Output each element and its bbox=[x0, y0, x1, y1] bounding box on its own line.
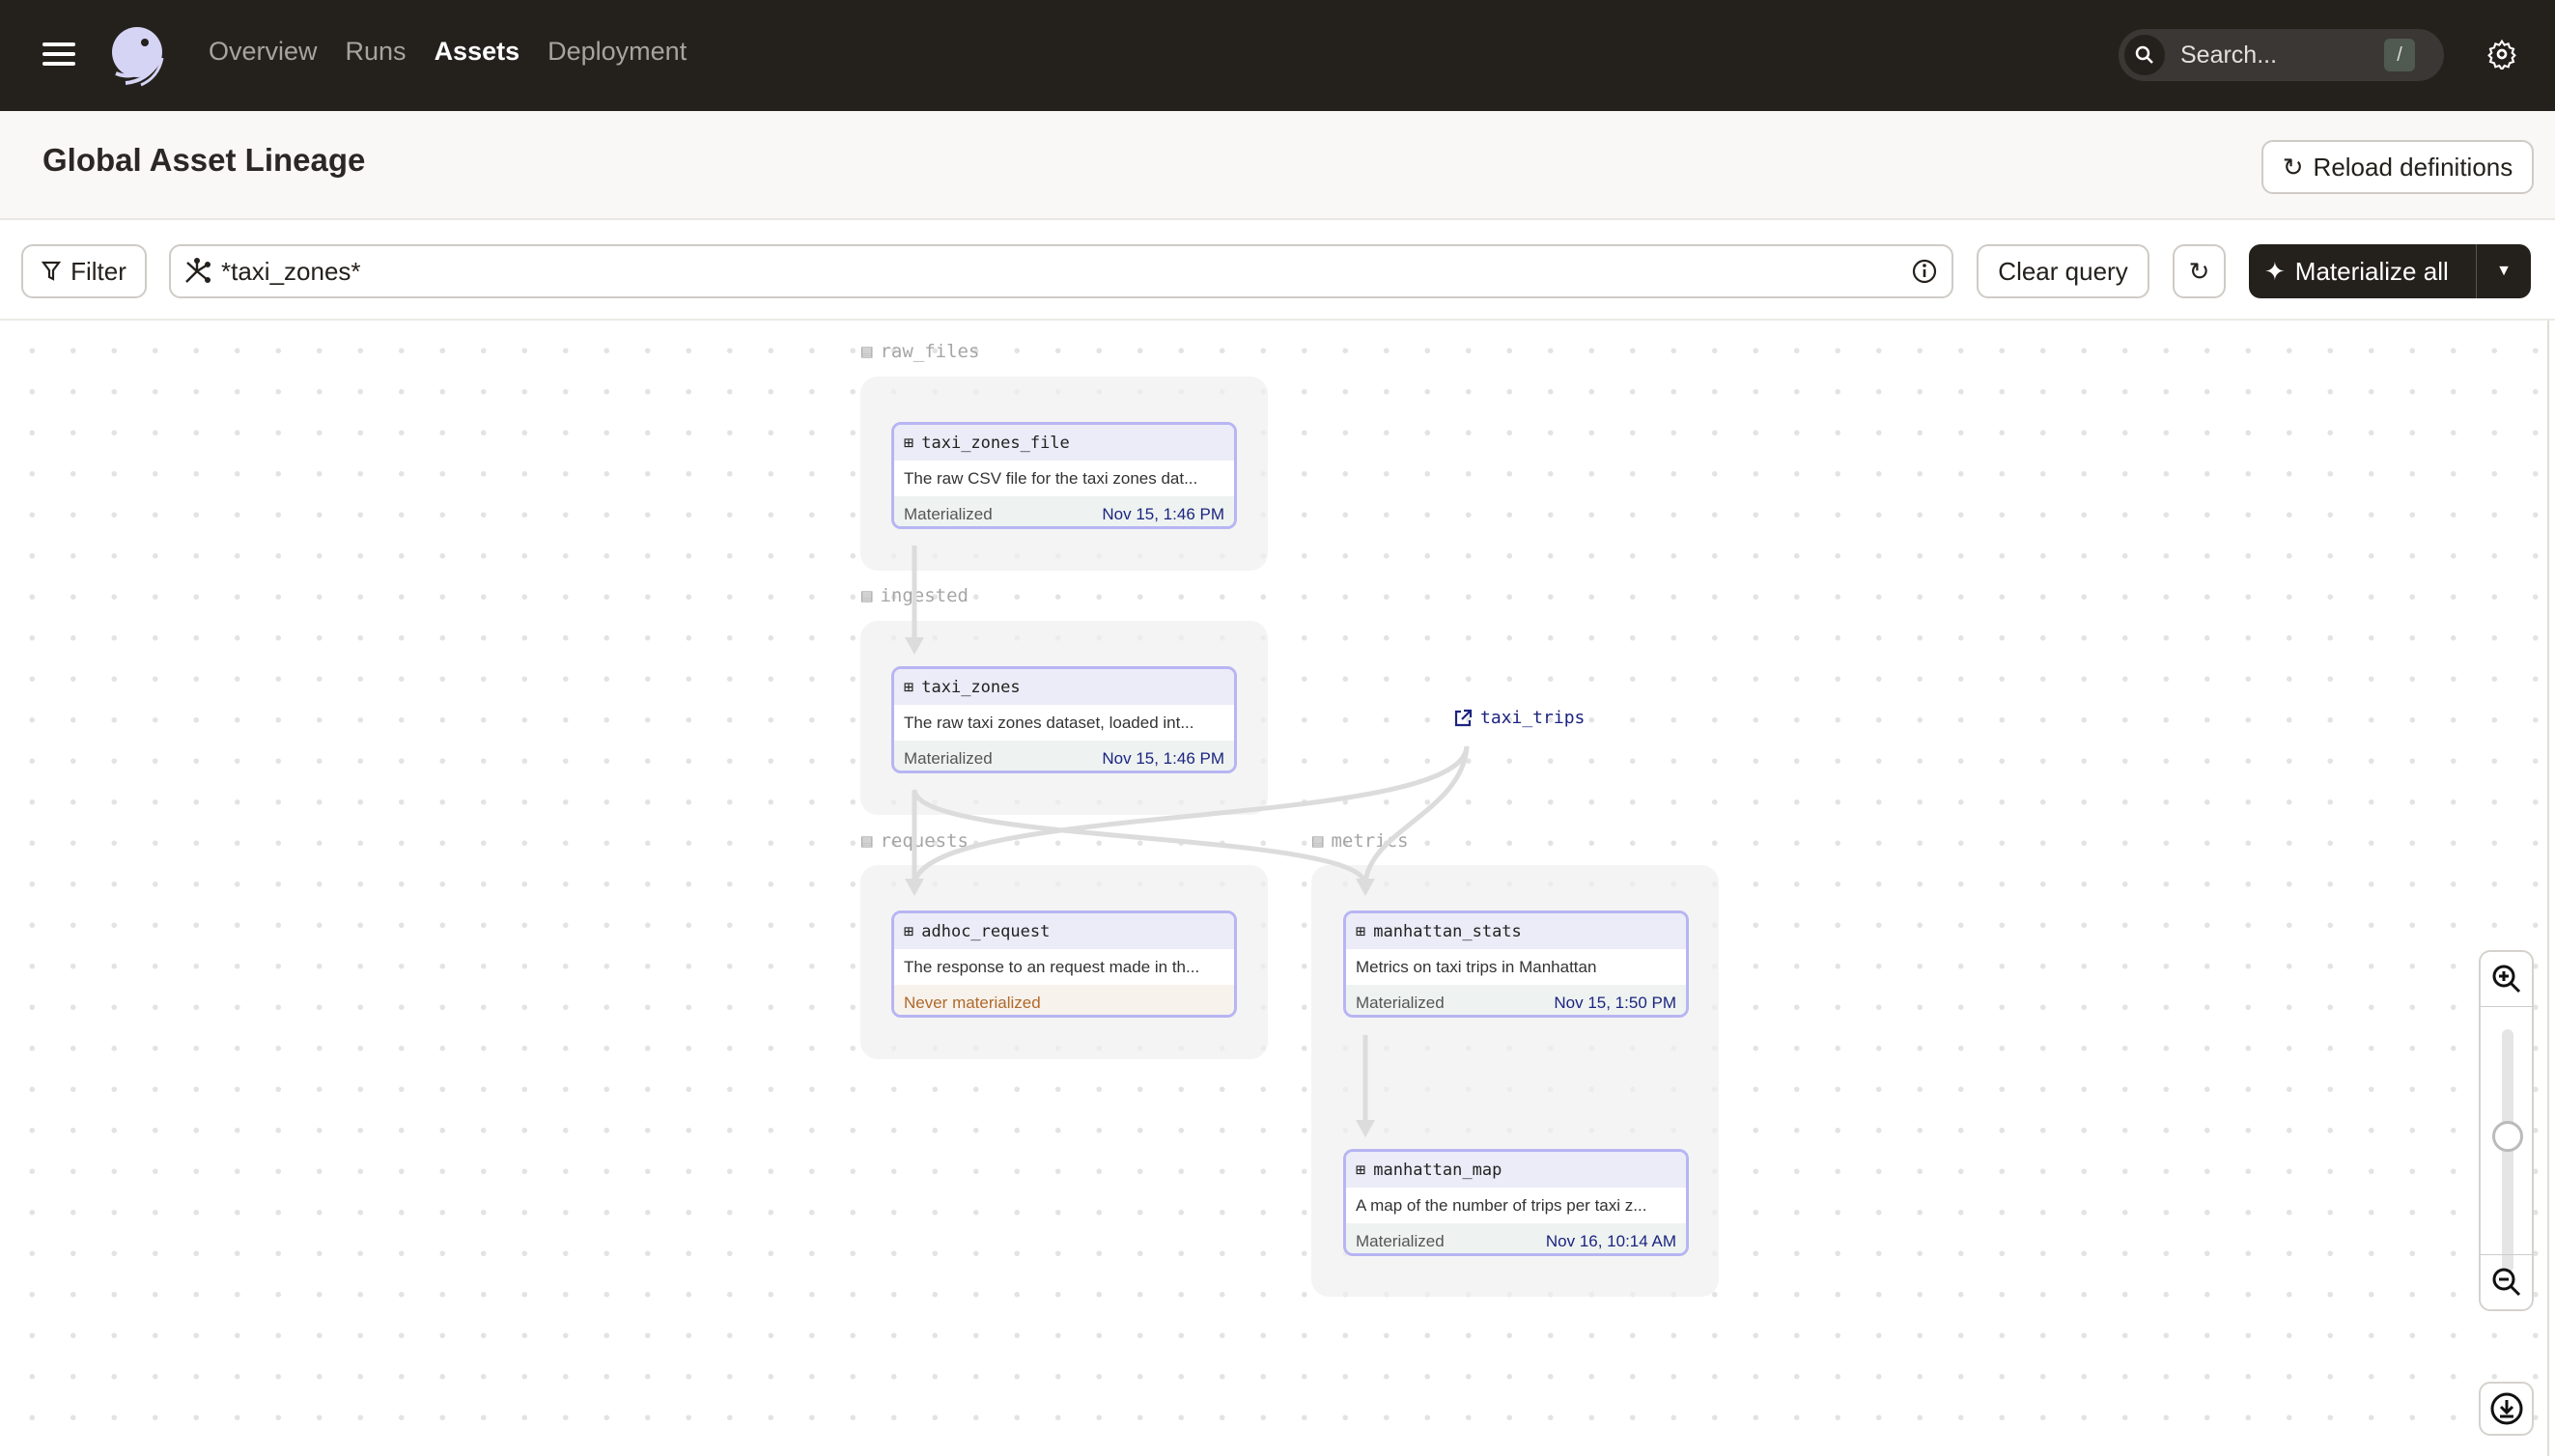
asset-name: manhattan_stats bbox=[1373, 921, 1522, 941]
asset-node-taxi-zones-file[interactable]: ⊞ taxi_zones_file The raw CSV file for th… bbox=[891, 422, 1237, 529]
asset-description: The response to an request made in th... bbox=[904, 957, 1200, 976]
asset-name: taxi_zones bbox=[921, 677, 1021, 697]
asset-name: adhoc_request bbox=[921, 921, 1051, 941]
asset-status: Materialized bbox=[1356, 993, 1445, 1012]
asset-name: taxi_zones_file bbox=[921, 433, 1070, 453]
asset-status: Materialized bbox=[904, 748, 993, 768]
asset-description: The raw taxi zones dataset, loaded int..… bbox=[904, 713, 1194, 732]
zoom-out-icon bbox=[2492, 1268, 2520, 1297]
external-link-icon bbox=[1454, 709, 1473, 726]
asset-time[interactable]: Nov 15, 1:46 PM bbox=[1102, 749, 1224, 769]
asset-node-manhattan-stats[interactable]: ⊞ manhattan_stats Metrics on taxi trips i… bbox=[1343, 910, 1689, 1018]
download-graph-button[interactable] bbox=[2479, 1382, 2534, 1436]
zoom-slider-thumb[interactable] bbox=[2492, 1121, 2523, 1153]
asset-node-manhattan-map[interactable]: ⊞ manhattan_map A map of the number of tr… bbox=[1343, 1149, 1689, 1256]
download-icon bbox=[2490, 1392, 2522, 1425]
arrowhead-icon bbox=[905, 637, 924, 655]
lineage-edges bbox=[905, 546, 1470, 1137]
external-asset-taxi-trips[interactable]: taxi_trips bbox=[1453, 708, 1585, 728]
asset-description: Metrics on taxi trips in Manhattan bbox=[1356, 957, 1597, 976]
zoom-in-button[interactable] bbox=[2481, 952, 2532, 1007]
asset-description: A map of the number of trips per taxi z.… bbox=[1356, 1195, 1647, 1215]
arrowhead-icon bbox=[1356, 1120, 1375, 1137]
asset-node-taxi-zones[interactable]: ⊞ taxi_zones The raw taxi zones dataset, … bbox=[891, 666, 1237, 773]
asset-time[interactable]: Nov 15, 1:46 PM bbox=[1102, 505, 1224, 524]
asset-status: Materialized bbox=[904, 504, 993, 523]
asset-status: Never materialized bbox=[904, 993, 1041, 1012]
zoom-out-button[interactable] bbox=[2481, 1254, 2532, 1309]
table-icon: ⊞ bbox=[904, 433, 914, 453]
table-icon: ⊞ bbox=[904, 921, 914, 941]
zoom-in-icon bbox=[2492, 965, 2520, 994]
asset-description: The raw CSV file for the taxi zones dat.… bbox=[904, 468, 1198, 488]
table-icon: ⊞ bbox=[904, 677, 914, 697]
asset-time[interactable]: Nov 16, 10:14 AM bbox=[1546, 1232, 1676, 1251]
asset-name: manhattan_map bbox=[1373, 1160, 1502, 1180]
asset-node-adhoc-request[interactable]: ⊞ adhoc_request The response to an reques… bbox=[891, 910, 1237, 1018]
table-icon: ⊞ bbox=[1356, 921, 1366, 941]
asset-status: Materialized bbox=[1356, 1231, 1445, 1250]
arrowhead-icon bbox=[1356, 879, 1375, 896]
arrowhead-icon bbox=[905, 879, 924, 896]
asset-time[interactable]: Nov 15, 1:50 PM bbox=[1554, 994, 1676, 1013]
zoom-controls bbox=[2479, 950, 2534, 1311]
table-icon: ⊞ bbox=[1356, 1160, 1366, 1180]
external-asset-name: taxi_trips bbox=[1480, 708, 1586, 728]
